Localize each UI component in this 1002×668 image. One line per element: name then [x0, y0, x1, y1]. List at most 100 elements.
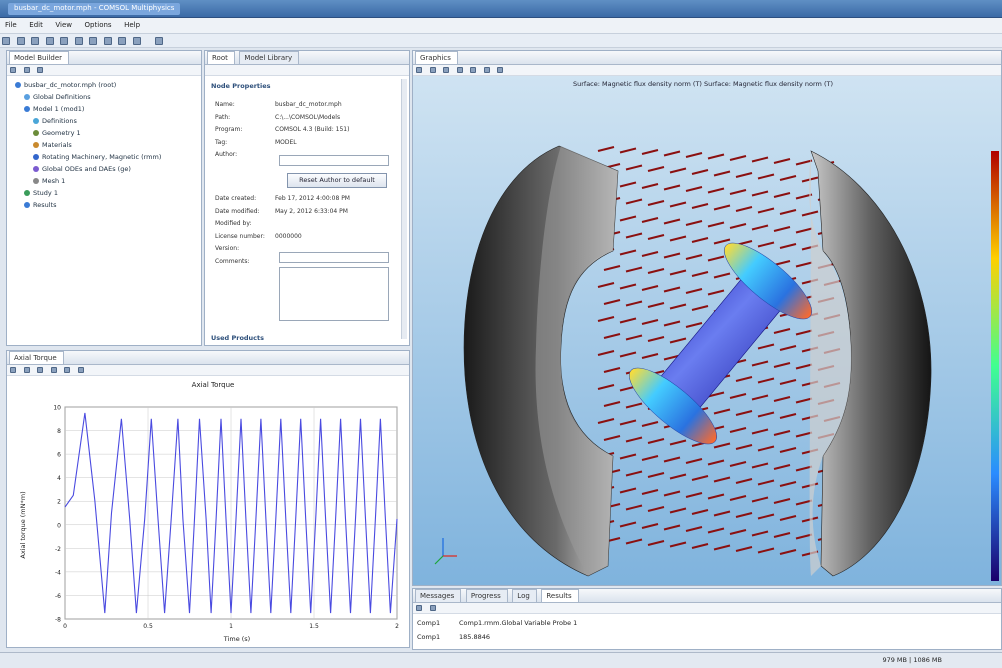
axial-torque-chart: Axial Torque Axial torque (mN*m) Time (s… — [19, 381, 399, 643]
tree-item-label: Study 1 — [33, 189, 58, 197]
memory-readout: 979 MB | 1086 MB — [882, 656, 942, 664]
x-tick-label: 2 — [395, 623, 399, 630]
tree-item[interactable]: busbar_dc_motor.mph (root) — [15, 81, 116, 89]
tree-item[interactable]: Model 1 (mod1) — [24, 105, 84, 113]
tree-item-label: Geometry 1 — [42, 129, 81, 137]
tab-root[interactable]: Root — [207, 51, 235, 64]
y-tick-label: 6 — [57, 452, 61, 459]
property-value: May 2, 2012 6:33:04 PM — [275, 207, 348, 215]
tree-item[interactable]: Geometry 1 — [33, 129, 81, 137]
tab-progress[interactable]: Progress — [465, 589, 508, 602]
print-icon[interactable] — [45, 37, 54, 45]
plot-extents-icon[interactable] — [50, 367, 57, 373]
results-refresh-icon[interactable] — [416, 605, 422, 611]
plot-zoom-out-icon[interactable] — [23, 367, 30, 373]
tree-item[interactable]: Study 1 — [24, 189, 58, 197]
axial-torque-tabbar: Axial Torque — [7, 351, 409, 365]
tab-graphics[interactable]: Graphics — [415, 51, 458, 64]
tree-item[interactable]: Global Definitions — [24, 93, 91, 101]
plot-grid-icon[interactable] — [64, 367, 71, 373]
root-scrollbar[interactable] — [401, 79, 407, 339]
tree-node-icon — [33, 166, 39, 172]
x-tick-label: 1 — [229, 623, 233, 630]
author-field[interactable] — [279, 155, 389, 166]
property-key: Date modified: — [215, 207, 260, 215]
tab-results[interactable]: Results — [541, 589, 579, 602]
tree-item[interactable]: Results — [24, 201, 56, 209]
tab-messages[interactable]: Messages — [415, 589, 462, 602]
tree-item-label: Mesh 1 — [42, 177, 66, 185]
plot-zoom-in-icon[interactable] — [10, 367, 16, 373]
tree-item[interactable]: Global ODEs and DAEs (ge) — [33, 165, 131, 173]
graphics-toolbar — [413, 65, 1001, 76]
compute-icon[interactable] — [155, 37, 164, 45]
tree-node-icon — [33, 142, 39, 148]
results-toolbar — [413, 603, 1001, 614]
tree-item[interactable]: Mesh 1 — [33, 177, 65, 185]
transparency-icon[interactable] — [470, 67, 477, 73]
menu-view[interactable]: View — [50, 18, 77, 32]
camera-icon[interactable] — [497, 67, 504, 73]
cut-icon[interactable] — [89, 37, 98, 45]
y-tick-label: 4 — [57, 475, 61, 482]
zoom-extents-icon[interactable] — [456, 67, 463, 73]
tab-axial-torque[interactable]: Axial Torque — [9, 351, 64, 364]
property-key: Tag: — [215, 138, 228, 146]
tree-item[interactable]: Rotating Machinery, Magnetic (rmm) — [33, 153, 161, 161]
property-row: Date created: Feb 17, 2012 4:00:08 PM — [215, 195, 350, 202]
collapse-icon[interactable] — [37, 67, 44, 73]
property-row: Name: busbar_dc_motor.mph — [215, 101, 342, 108]
version-field[interactable] — [279, 252, 389, 263]
title-bar: busbar_dc_motor.mph - COMSOL Multiphysic… — [0, 0, 1002, 18]
model-builder-panel: Model Builder busbar_dc_motor.mph (root)… — [6, 50, 202, 346]
plot-zoom-box-icon[interactable] — [37, 367, 44, 373]
graphics-canvas[interactable]: Surface: Magnetic flux density norm (T) … — [413, 76, 1001, 585]
property-key: Version: — [215, 245, 240, 252]
delete-icon[interactable] — [132, 37, 141, 45]
zoom-out-icon[interactable] — [429, 67, 436, 73]
plot-export-icon[interactable] — [77, 367, 84, 373]
new-icon[interactable] — [2, 37, 10, 45]
reset-author-button[interactable]: Reset Author to default — [287, 173, 387, 188]
comments-field[interactable] — [279, 267, 389, 321]
tree-item-label: Global Definitions — [33, 93, 91, 101]
menu-edit[interactable]: Edit — [24, 18, 48, 32]
property-value: 0000000 — [275, 232, 302, 240]
tree-node-icon — [33, 178, 39, 184]
menu-bar: File Edit View Options Help — [0, 18, 1002, 34]
redo-icon[interactable] — [74, 37, 83, 45]
used-products-header[interactable]: Used Products — [211, 334, 264, 342]
tree-item-label: Results — [33, 201, 57, 209]
property-row: Modified by: — [215, 220, 275, 227]
zoom-in-icon[interactable] — [416, 67, 422, 73]
messages-tabbar: Messages Progress Log Results — [413, 589, 1001, 603]
results-export-icon[interactable] — [429, 605, 436, 611]
tab-model-builder[interactable]: Model Builder — [9, 51, 69, 64]
menu-options[interactable]: Options — [80, 18, 117, 32]
open-icon[interactable] — [16, 37, 25, 45]
main-toolbar — [0, 34, 1002, 48]
property-row: Tag: MODEL — [215, 139, 297, 146]
property-value: busbar_dc_motor.mph — [275, 101, 342, 108]
property-key: Path: — [215, 113, 231, 121]
y-tick-label: -2 — [55, 546, 61, 553]
tab-model-library[interactable]: Model Library — [239, 51, 300, 64]
copy-icon[interactable] — [103, 37, 112, 45]
paste-icon[interactable] — [118, 37, 127, 45]
forward-icon[interactable] — [23, 67, 30, 73]
property-value: MODEL — [275, 138, 297, 146]
menu-help[interactable]: Help — [119, 18, 145, 32]
zoom-box-icon[interactable] — [443, 67, 450, 73]
tab-log[interactable]: Log — [512, 589, 537, 602]
save-icon[interactable] — [31, 37, 40, 45]
tree-item[interactable]: Definitions — [33, 117, 77, 125]
results-row-label: Comp1 — [417, 633, 441, 641]
undo-icon[interactable] — [60, 37, 69, 45]
tree-item[interactable]: Materials — [33, 141, 72, 149]
x-tick-label: 1.5 — [309, 623, 319, 630]
menu-file[interactable]: File — [0, 18, 22, 32]
back-icon[interactable] — [10, 67, 16, 73]
property-key: Comments: — [215, 257, 250, 265]
chart-title: Axial Torque — [192, 381, 235, 389]
scene-light-icon[interactable] — [483, 67, 490, 73]
